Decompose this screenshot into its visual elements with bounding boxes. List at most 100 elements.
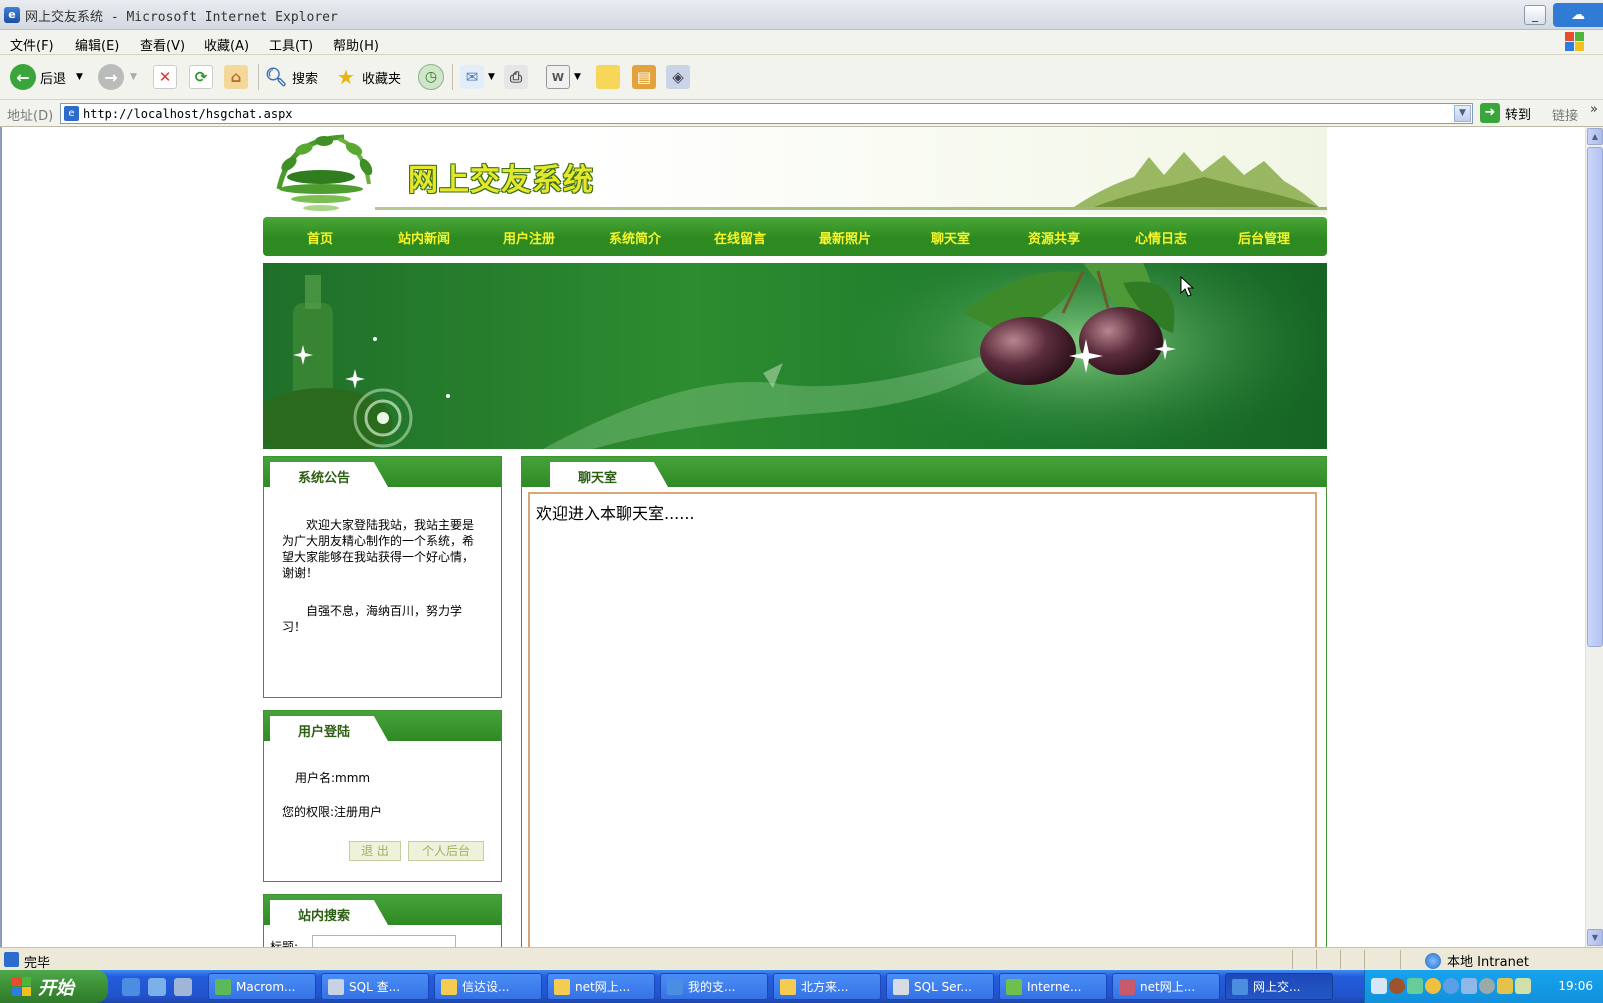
stop-icon: ✕	[153, 65, 177, 89]
address-url[interactable]: http://localhost/hsgchat.aspx	[83, 107, 293, 121]
vertical-scrollbar[interactable]: ▲ ▼	[1585, 127, 1603, 947]
nav-chatroom[interactable]: 聊天室	[931, 228, 970, 247]
task-folder-net[interactable]: net网上...	[547, 973, 655, 1000]
favorites-button[interactable]: ★ 收藏夹	[334, 62, 401, 92]
nav-photos[interactable]: 最新照片	[819, 228, 871, 247]
back-button[interactable]: ← 后退 ▼	[10, 62, 83, 92]
scroll-down-icon[interactable]: ▼	[1587, 929, 1603, 946]
start-button[interactable]: 开始	[0, 970, 108, 1003]
task-label: Macrom...	[236, 979, 296, 994]
keyboard-icon[interactable]	[1371, 978, 1387, 994]
banner-image	[263, 263, 1327, 449]
nav-home[interactable]: 首页	[307, 228, 333, 247]
search-button[interactable]: 🔍︎ 搜索	[264, 62, 318, 92]
nav-news[interactable]: 站内新闻	[398, 228, 450, 247]
search-title-input[interactable]	[312, 935, 456, 947]
menu-tools[interactable]: 工具(T)	[269, 35, 313, 54]
task-sql-server[interactable]: SQL Ser...	[886, 973, 994, 1000]
logout-button[interactable]: 退 出	[349, 841, 401, 861]
print-button[interactable]: ⎙	[504, 62, 528, 92]
menu-file[interactable]: 文件(F)	[10, 35, 54, 54]
history-button[interactable]: ◷	[418, 62, 444, 92]
page-viewport: 网上交友系统 首页 站内新闻 用户注册 系统简介 在线留言 最新照片 聊天室 资…	[0, 127, 1603, 947]
forward-button[interactable]: → ▼	[98, 62, 137, 92]
tray-speaker-icon[interactable]	[1479, 978, 1495, 994]
edit-word-button[interactable]: W ▼	[546, 62, 581, 92]
task-label: 北方来...	[801, 980, 849, 994]
cloud-app-icon[interactable]: ☁	[1553, 3, 1603, 27]
menu-favorites[interactable]: 收藏(A)	[204, 35, 249, 54]
edit-dropdown-icon[interactable]: ▼	[574, 72, 581, 82]
browser-window: e 网上交友系统 - Microsoft Internet Explorer _…	[0, 0, 1603, 1003]
home-button[interactable]: ⌂	[224, 62, 248, 92]
messenger-button[interactable]: ◈	[666, 62, 690, 92]
minimize-button[interactable]: _	[1524, 5, 1546, 25]
address-dropdown-icon[interactable]: ▼	[1454, 105, 1471, 122]
site-title: 网上交友系统	[408, 163, 594, 198]
header-rule	[375, 207, 1327, 210]
menu-edit[interactable]: 编辑(E)	[75, 35, 119, 54]
task-internet[interactable]: Interne...	[999, 973, 1107, 1000]
nav-guestbook[interactable]: 在线留言	[714, 228, 766, 247]
banner-graphic	[263, 263, 1327, 449]
mail-icon: ✉	[460, 65, 484, 89]
header-hills-image	[1074, 152, 1319, 207]
system-tray: 19:06	[1364, 970, 1603, 1003]
print-icon: ⎙	[504, 65, 528, 89]
menu-bar: 文件(F) 编辑(E) 查看(V) 收藏(A) 工具(T) 帮助(H)	[0, 30, 1603, 55]
nav-admin[interactable]: 后台管理	[1238, 228, 1290, 247]
task-macromedia[interactable]: Macrom...	[208, 973, 316, 1000]
task-label: net网上...	[1140, 980, 1196, 994]
refresh-icon: ⟳	[189, 65, 213, 89]
task-beifang[interactable]: 北方来...	[773, 973, 881, 1000]
visual-studio-icon	[1119, 978, 1135, 995]
task-net-project[interactable]: net网上...	[1112, 973, 1220, 1000]
tray-network-icon[interactable]	[1407, 978, 1423, 994]
research-button[interactable]: ▤	[632, 62, 656, 92]
clock: 19:06	[1558, 979, 1593, 993]
quicklaunch-desktop-icon[interactable]	[148, 978, 166, 996]
qq-icon[interactable]	[1425, 978, 1441, 994]
nav-register[interactable]: 用户注册	[503, 228, 555, 247]
login-username: 用户名:mmm	[295, 771, 371, 785]
search-panel: 站内搜索 标题:	[263, 894, 502, 947]
scroll-up-icon[interactable]: ▲	[1587, 128, 1603, 145]
toolbar: ← 后退 ▼ → ▼ ✕ ⟳ ⌂ 🔍︎ 搜索 ★ 收藏夹 ◷ ✉ ▼ ⎙ W ▼…	[0, 55, 1603, 100]
page-status-icon	[4, 952, 19, 967]
menu-view[interactable]: 查看(V)	[140, 35, 185, 54]
nav-diary[interactable]: 心情日志	[1135, 228, 1187, 247]
nav-about[interactable]: 系统简介	[609, 228, 661, 247]
quicklaunch-ie-icon[interactable]	[122, 978, 140, 996]
task-dating-system[interactable]: 网上交...	[1225, 973, 1333, 1000]
stop-button[interactable]: ✕	[153, 62, 177, 92]
mail-button[interactable]: ✉ ▼	[460, 62, 495, 92]
chat-message-area[interactable]: 欢迎进入本聊天室......	[528, 492, 1317, 947]
word-icon: W	[546, 65, 570, 89]
mouse-pointer-icon	[1180, 276, 1194, 297]
tray-globe-icon[interactable]	[1443, 978, 1459, 994]
intranet-globe-icon	[1425, 952, 1441, 969]
note-button[interactable]	[596, 62, 620, 92]
menu-help[interactable]: 帮助(H)	[333, 35, 379, 54]
tray-security-icon[interactable]	[1515, 978, 1531, 994]
mail-dropdown-icon[interactable]: ▼	[488, 72, 495, 82]
tray-monitor-icon[interactable]	[1461, 978, 1477, 994]
back-dropdown-icon[interactable]: ▼	[76, 72, 83, 82]
internet-icon	[1006, 978, 1022, 995]
home-icon: ⌂	[224, 65, 248, 89]
tray-collapse-icon[interactable]	[1389, 978, 1405, 994]
links-label[interactable]: 链接	[1552, 105, 1578, 124]
task-sql-query[interactable]: SQL 查...	[321, 973, 429, 1000]
chat-heading: 聊天室	[578, 471, 618, 486]
task-folder-xinda[interactable]: 信达设...	[434, 973, 542, 1000]
scroll-thumb[interactable]	[1587, 147, 1603, 647]
nav-resources[interactable]: 资源共享	[1028, 228, 1080, 247]
tray-app-icon[interactable]	[1497, 978, 1513, 994]
quicklaunch-media-icon[interactable]	[174, 978, 192, 996]
go-button[interactable]: ➜ 转到	[1480, 103, 1531, 123]
refresh-button[interactable]: ⟳	[189, 62, 213, 92]
personal-admin-button[interactable]: 个人后台	[408, 841, 484, 861]
task-my-payment[interactable]: 我的支...	[660, 973, 768, 1000]
links-more-button[interactable]: »	[1590, 102, 1598, 117]
address-input[interactable]: e http://localhost/hsgchat.aspx ▼	[60, 103, 1473, 124]
